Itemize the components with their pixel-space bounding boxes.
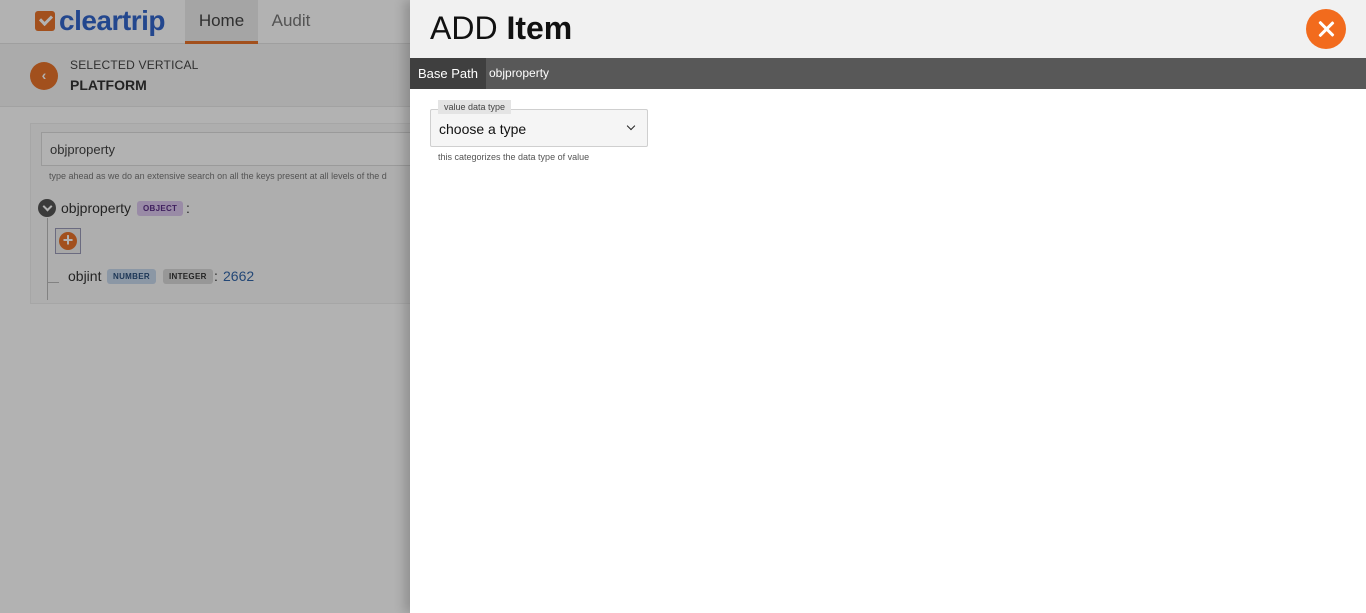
drawer-title: ADD Item [430,10,572,46]
base-path-label: Base Path [410,58,486,89]
type-select-value: choose a type [439,121,527,137]
base-path-value: objproperty [489,66,550,80]
add-item-drawer: ADD Item Base Path objproperty value dat… [410,0,1366,613]
drawer-title-prefix: ADD [430,10,498,46]
value-data-type-help: this categorizes the data type of value [438,152,590,162]
modal-backdrop[interactable] [0,0,410,613]
drawer-header: ADD Item [410,0,1366,58]
value-data-type-select[interactable]: choose a type [430,109,648,147]
value-data-type-legend: value data type [438,100,512,114]
drawer-title-main: Item [506,10,573,46]
base-path-bar: Base Path objproperty [410,58,1366,89]
close-button[interactable] [1306,9,1346,49]
chevron-down-icon [626,121,636,131]
